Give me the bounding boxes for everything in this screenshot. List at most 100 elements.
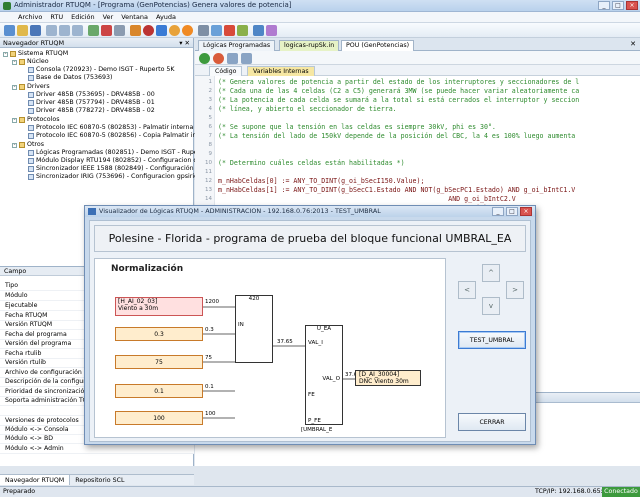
menu-ventana[interactable]: Ventana (121, 13, 148, 21)
open-folder-icon[interactable] (17, 25, 28, 36)
tab-logicas-programadas[interactable]: Lógicas Programadas (198, 40, 276, 51)
disconnect-icon[interactable] (101, 25, 112, 36)
property-key: Archivo de configuración (5, 369, 82, 376)
help-icon[interactable] (253, 25, 264, 36)
connection-badge: Conectado (602, 487, 640, 497)
check-icon[interactable] (199, 53, 210, 64)
expander-icon[interactable]: - (12, 142, 17, 148)
tree-node[interactable]: - Sistema RTUQM (3, 50, 68, 58)
new-icon[interactable] (4, 25, 15, 36)
paste-icon[interactable] (72, 25, 83, 36)
info-icon[interactable] (266, 25, 277, 36)
close-icon[interactable]: ▾ ✕ (179, 38, 190, 48)
pin-p-fe: P_FE (308, 418, 321, 424)
minimize-button[interactable]: _ (598, 1, 610, 10)
menu-ayuda[interactable]: Ayuda (156, 13, 176, 21)
menu-edicion[interactable]: Edición (71, 13, 95, 21)
expander-icon[interactable]: - (12, 84, 17, 90)
redo-icon[interactable] (241, 53, 252, 64)
tree-node[interactable]: Driver 485B (778272) - DRV485B - 02 (21, 107, 155, 115)
tree-node-label: Protocolos (27, 116, 60, 123)
status-text: Preparado (3, 488, 36, 495)
code-line: (* línea, y abierto el seccionador de ti… (218, 105, 397, 113)
user-icon[interactable] (198, 25, 209, 36)
tree-node[interactable]: Sincronizador IRIG (753696) - Configurac… (21, 173, 212, 181)
tree-node[interactable]: - Otros (12, 141, 44, 149)
tree-node[interactable]: Base de Datos (753693) (21, 74, 112, 82)
block-mult[interactable]: 420 IN (235, 295, 273, 363)
property-row[interactable]: Módulo <-> Admin (0, 444, 194, 454)
record-icon[interactable] (143, 25, 154, 36)
close-editor-icon[interactable]: ✕ (630, 40, 636, 48)
tree-icon[interactable] (237, 25, 248, 36)
tab-label: logicas-rupSk.in (284, 42, 335, 49)
app-icon (3, 2, 11, 10)
stop-icon[interactable] (213, 53, 224, 64)
nav-left-button[interactable]: < (458, 281, 476, 299)
save-icon[interactable] (30, 25, 41, 36)
close-button[interactable]: × (626, 1, 638, 10)
tab-logicas-file[interactable]: logicas-rupSk.in (279, 40, 340, 51)
dialog-minimize-button[interactable]: _ (492, 207, 504, 216)
home-icon[interactable] (224, 25, 235, 36)
tab-variables-internas[interactable]: Variables Internas (247, 66, 315, 76)
tree-node[interactable]: Driver 485B (757794) - DRV485B - 01 (21, 99, 155, 107)
code-line: (* La tensión del lado de 150kV depende … (218, 132, 576, 140)
cut-icon[interactable] (46, 25, 57, 36)
block-umbral[interactable]: U_EA VAL_I VAL_O FE P_FE (305, 325, 343, 425)
window-titlebar: Administrador RTUQM - [Programa (GenPote… (0, 0, 640, 12)
output-desc: DNC Viento 30m (359, 378, 409, 385)
tree-node[interactable]: - Núcleo (12, 58, 49, 66)
cerrar-button[interactable]: CERRAR (458, 413, 526, 431)
tree-node-label: Sistema RTUQM (18, 50, 69, 57)
navigator-tabs: Navegador RTUQM Repositorio SCL (0, 474, 194, 485)
tree-node[interactable]: Sincronizador IEEE 1588 (802849) - Confi… (21, 165, 214, 173)
monitor-icon[interactable] (211, 25, 222, 36)
code-line: m_nHabCeldas[0] := ANY_TO_DINT(g_oi_bSec… (218, 177, 425, 185)
copy-icon[interactable] (59, 25, 70, 36)
module-icon (28, 92, 34, 98)
tab-pou[interactable]: POU (GenPotencias) (341, 40, 415, 51)
tree-node[interactable]: - Drivers (12, 83, 50, 91)
tab-repositorio[interactable]: Repositorio SCL (70, 475, 129, 485)
settings-icon[interactable] (114, 25, 125, 36)
connect-icon[interactable] (88, 25, 99, 36)
nav-up-button[interactable]: ^ (482, 264, 500, 282)
tree-node[interactable]: Protocolo IEC 60870-5 (802853) - Palmati… (21, 124, 220, 132)
menu-ver[interactable]: Ver (103, 13, 114, 21)
code-line: (* Determino cuáles celdas están habilit… (218, 159, 405, 167)
browser-icon[interactable] (169, 25, 180, 36)
module-icon (28, 100, 34, 106)
tab-navegador[interactable]: Navegador RTUQM (0, 475, 71, 485)
line-number: 13 (205, 187, 212, 193)
tree-node[interactable]: Driver 485B (753695) - DRV485B - 00 (21, 91, 155, 99)
tree-node[interactable]: Módulo Display RTU194 (802852) - Configu… (21, 157, 216, 165)
expander-icon[interactable]: - (3, 51, 8, 57)
tree-node[interactable]: Lógicas Programadas (802851) - Demo ISGT… (21, 149, 213, 157)
expander-icon[interactable]: - (12, 117, 17, 123)
maximize-button[interactable]: □ (612, 1, 624, 10)
dialog-maximize-button[interactable]: □ (506, 207, 518, 216)
firefox-icon[interactable] (182, 25, 193, 36)
tree-node[interactable]: - Protocolos (12, 116, 60, 124)
property-key: Módulo <-> Admin (5, 445, 64, 452)
expander-icon[interactable]: - (12, 59, 17, 65)
tab-codigo[interactable]: Código (209, 66, 243, 76)
nav-right-button[interactable]: > (506, 281, 524, 299)
pin-val-i: VAL_I (308, 340, 323, 346)
download-icon[interactable] (156, 25, 167, 36)
window-title: Administrador RTUQM - [Programa (GenPote… (14, 1, 292, 9)
tree-node[interactable]: Consola (720923) - Demo ISGT - Ruperto 5… (21, 66, 175, 74)
wire-value: 0.1 (205, 384, 214, 390)
nav-down-button[interactable]: v (482, 297, 500, 315)
dialog-close-button[interactable]: × (520, 207, 532, 216)
undo-icon[interactable] (227, 53, 238, 64)
test-umbral-button[interactable]: TEST_UMBRAL (458, 331, 526, 349)
tab-label: Lógicas Programadas (203, 42, 271, 49)
input-const-4: 100 (115, 411, 203, 425)
dialog-titlebar: Visualizador de Lógicas RTUQM - ADMINIST… (85, 206, 535, 217)
menu-archivo[interactable]: Archivo (18, 13, 42, 21)
menu-rtu[interactable]: RTU (50, 13, 63, 21)
tree-node[interactable]: Protocolo IEC 60870-5 (802856) - Copia P… (21, 132, 213, 140)
upload-icon[interactable] (130, 25, 141, 36)
